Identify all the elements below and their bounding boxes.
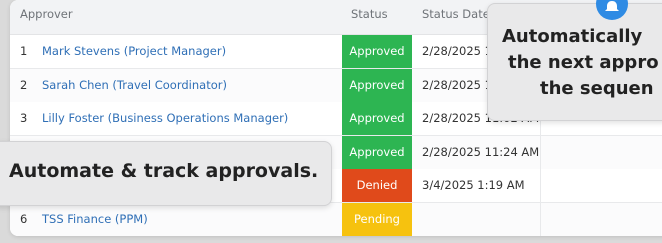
row-number: 3 xyxy=(20,111,28,125)
row-number: 2 xyxy=(20,78,28,92)
approver-link[interactable]: Sarah Chen (Travel Coordinator) xyxy=(42,78,227,92)
status-date: 2/28/2025 1 xyxy=(422,44,492,58)
status-badge: Denied xyxy=(342,169,412,202)
header-approver: Approver xyxy=(20,7,73,21)
approver-link[interactable]: TSS Finance (PPM) xyxy=(42,212,148,226)
status-date: 3/4/2025 1:19 AM xyxy=(422,178,525,192)
status-badge: Approved xyxy=(342,102,412,135)
callout-next-approver: Automatically the next appro the sequen xyxy=(487,3,662,121)
status-badge: Pending xyxy=(342,203,412,236)
row-number: 6 xyxy=(20,212,28,226)
header-status-date: Status Date xyxy=(422,7,490,21)
callout-line-3: the sequen xyxy=(540,78,654,99)
approver-link[interactable]: Lilly Foster (Business Operations Manage… xyxy=(42,111,288,125)
approver-link[interactable]: Mark Stevens (Project Manager) xyxy=(42,44,226,58)
callout-line-2: the next appro xyxy=(508,52,659,73)
callout-automate-text: Automate & track approvals. xyxy=(9,160,319,182)
header-status: Status xyxy=(351,7,388,21)
status-date: 2/28/2025 11:24 AM xyxy=(422,145,540,159)
row-number: 1 xyxy=(20,44,28,58)
table-row: 6 TSS Finance (PPM) Pending xyxy=(10,203,662,236)
callout-line-1: Automatically xyxy=(502,26,643,47)
status-badge: Approved xyxy=(342,136,412,169)
status-date: 2/28/2025 1 xyxy=(422,78,492,92)
status-badge: Approved xyxy=(342,69,412,102)
status-badge: Approved xyxy=(342,35,412,68)
callout-automate-track: Automate & track approvals. xyxy=(0,141,332,206)
